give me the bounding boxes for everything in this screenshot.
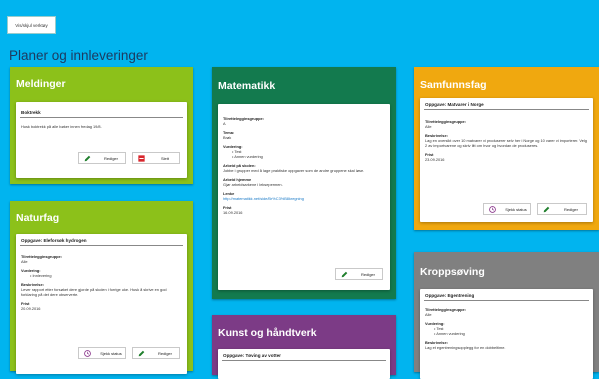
group-value: Alle — [425, 124, 432, 129]
check-status-button[interactable]: Sjekk status — [483, 203, 531, 215]
panel-meldinger: Meldinger Boktrekk Husk boktrekk på alle… — [10, 67, 193, 184]
clock-icon — [489, 205, 496, 213]
panel-title-matematikk: Matematikk — [218, 80, 276, 92]
panel-title-meldinger: Meldinger — [16, 78, 66, 90]
assignment-heading: Oppgave: Tøving av votter — [222, 349, 386, 361]
assessment-item: • Annen vurdering — [434, 331, 465, 336]
description-value: Lag et egentreningsopplegg for en dobbel… — [425, 345, 506, 350]
status-label: Sjekk status — [100, 350, 122, 356]
clock-icon — [84, 349, 91, 357]
assignment-heading: Oppgave: Matvarer i Norge — [424, 98, 589, 110]
page-title: Planer og innleveringer — [9, 48, 148, 63]
pencil-icon — [341, 271, 348, 278]
description-value: Lag en oversikt over 10 matvarer vi prod… — [425, 138, 587, 148]
message-card: Boktrekk Husk boktrekk på alle bøker inn… — [16, 102, 187, 178]
description-value: Lever rapport etter forsøket dere gjorde… — [21, 287, 167, 297]
delete-icon — [138, 154, 145, 162]
panel-matematikk: Matematikk Tilrettelegginsgruppe: A Tema… — [212, 67, 396, 299]
assessment-item: • Annen vurdering — [232, 154, 263, 159]
panel-title-naturfag: Naturfag — [16, 212, 60, 224]
panel-title-samfunnsfag: Samfunnsfag — [420, 79, 487, 91]
edit-label: Rediger — [157, 350, 172, 356]
message-text: Husk boktrekk på alle bøker innen fredag… — [21, 124, 102, 129]
edit-assignment-button[interactable]: Rediger — [537, 203, 587, 215]
edit-message-button[interactable]: Rediger — [78, 152, 126, 164]
due-value: 20.09.2016 — [21, 306, 41, 311]
edit-label: Rediger — [103, 155, 118, 161]
panel-title-kroppsoving: Kroppsøving — [420, 266, 485, 278]
delete-message-button[interactable]: Slett — [132, 152, 180, 164]
panel-kroppsoving: Kroppsøving Oppgave: Egentrening Tilrett… — [414, 252, 599, 379]
panel-samfunnsfag: Samfunnsfag Oppgave: Matvarer i Norge Ti… — [414, 67, 599, 230]
delete-label: Slett — [160, 155, 169, 161]
check-status-button[interactable]: Sjekk status — [78, 347, 126, 359]
group-value: Alle — [425, 312, 432, 317]
assessment-item: • Innlevering — [30, 273, 52, 278]
assignment-card-naturfag: Oppgave: Eleforsøk hydrogen Tilrettelegg… — [16, 234, 187, 374]
panel-naturfag: Naturfag Oppgave: Eleforsøk hydrogen Til… — [10, 201, 193, 374]
due-value: 23.09.2016 — [425, 157, 445, 162]
assignment-card-kunst: Oppgave: Tøving av votter — [218, 349, 390, 379]
group-value: Alle — [21, 259, 28, 264]
assignment-card-matematikk: Tilrettelegginsgruppe: A Tema: Brøk Vurd… — [218, 104, 390, 290]
assignment-card-kroppsoving: Oppgave: Egentrening Tilrettelegginsgrup… — [420, 289, 593, 379]
assignment-heading: Oppgave: Egentrening — [424, 289, 589, 301]
theme-value: Brøk — [223, 135, 232, 140]
group-value: A — [223, 121, 226, 126]
assignment-heading: Oppgave: Eleforsøk hydrogen — [20, 234, 183, 246]
edit-label: Rediger — [360, 271, 375, 277]
panel-title-kunst: Kunst og håndtverk — [218, 327, 317, 339]
edit-label: Rediger — [563, 206, 578, 212]
home-work-value: Gjør arbeidsarkene i leksepermen. — [223, 182, 283, 187]
status-label: Sjekk status — [505, 206, 527, 212]
pencil-icon — [543, 206, 550, 213]
pencil-icon — [138, 350, 145, 357]
message-heading: Boktrekk — [20, 106, 183, 118]
school-work-value: Jobbe i grupper med å lage praktiske opp… — [223, 168, 365, 173]
resource-link[interactable]: http://matematikk.net/side/Br%C3%B8kregn… — [223, 196, 385, 201]
edit-assignment-button[interactable]: Rediger — [132, 347, 180, 359]
assignment-card-samfunnsfag: Oppgave: Matvarer i Norge Tilretteleggin… — [420, 98, 593, 222]
pencil-icon — [84, 155, 91, 162]
due-value: 16.09.2016 — [223, 210, 243, 215]
edit-assignment-button[interactable]: Rediger — [335, 268, 383, 280]
panel-kunst: Kunst og håndtverk Oppgave: Tøving av vo… — [212, 315, 396, 379]
toggle-tools-button[interactable]: Vis/skjul verktøy — [7, 16, 56, 34]
